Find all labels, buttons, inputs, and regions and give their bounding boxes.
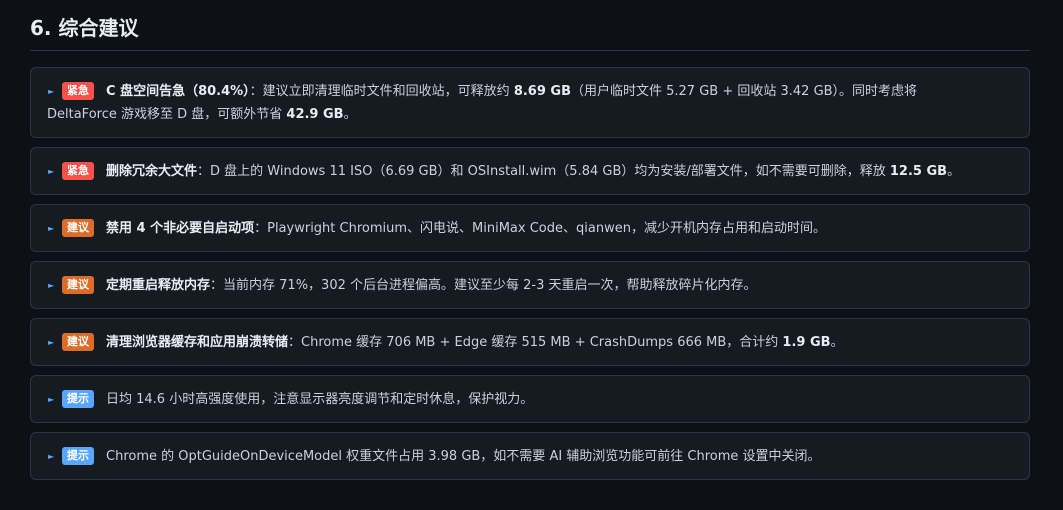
item-value: 12.5 GB: [889, 164, 948, 179]
triangle-right-icon: ►: [48, 338, 55, 347]
item-text: ：建议立即清理临时文件和回收站，可释放约: [249, 84, 514, 99]
title-divider: [30, 50, 1030, 51]
item-lead: 清理浏览器缓存和应用崩溃转储: [106, 335, 289, 350]
advice-badge: 建议: [62, 332, 94, 351]
item-text: 。: [343, 107, 357, 122]
triangle-right-icon: ►: [48, 87, 55, 96]
item-text: 。: [947, 164, 961, 179]
triangle-right-icon: ►: [48, 167, 55, 176]
section-title: 6. 综合建议: [30, 16, 139, 40]
item-value: 42.9 GB: [286, 107, 344, 122]
item-text: （用户临时文件 5.27 GB + 回收站 3.42 GB）。同时考虑将: [571, 84, 918, 99]
tip-badge: 提示: [62, 446, 94, 465]
advice-badge: 建议: [62, 218, 94, 237]
triangle-right-icon: ►: [48, 281, 55, 290]
recommendation-item-restart: ► 建议 定期重启释放内存：当前内存 71%，302 个后台进程偏高。建议至少每 2…: [30, 261, 1030, 309]
item-lead: 删除冗余大文件: [106, 164, 198, 179]
item-lead: C 盘空间告急（80.4%）: [106, 84, 250, 99]
item-value: 1.9 GB: [782, 335, 831, 350]
item-text: DeltaForce 游戏移至 D 盘，可额外节省: [47, 107, 287, 122]
triangle-right-icon: ►: [48, 224, 55, 233]
advice-badge: 建议: [62, 275, 94, 294]
item-lead: 定期重启释放内存: [106, 278, 211, 293]
recommendation-item-chrome-model: ► 提示 Chrome 的 OptGuideOnDeviceModel 权重文件占用…: [30, 432, 1030, 480]
recommendation-item-large-files: ► 紧急 删除冗余大文件：D 盘上的 Windows 11 ISO（6.69 GB）…: [30, 147, 1030, 195]
item-text: ：当前内存 71%，302 个后台进程偏高。建议至少每 2-3 天重启一次，帮助…: [210, 278, 757, 293]
recommendation-list: ► 紧急 C 盘空间告急（80.4%）：建议立即清理临时文件和回收站，可释放约 8.…: [30, 67, 1030, 480]
recommendation-item-c-drive: ► 紧急 C 盘空间告急（80.4%）：建议立即清理临时文件和回收站，可释放约 8.…: [30, 67, 1030, 138]
urgent-badge: 紧急: [62, 161, 94, 180]
triangle-right-icon: ►: [48, 452, 55, 461]
recommendation-item-browser-cache: ► 建议 清理浏览器缓存和应用崩溃转储：Chrome 缓存 706 MB + Edg…: [30, 318, 1030, 366]
item-text: 日均 14.6 小时高强度使用，注意显示器亮度调节和定时休息，保护视力。: [106, 392, 534, 407]
item-text: ：D 盘上的 Windows 11 ISO（6.69 GB）和 OSInstal…: [197, 164, 890, 179]
item-value: 8.69 GB: [513, 84, 571, 99]
recommendation-item-startup: ► 建议 禁用 4 个非必要自启动项：Playwright Chromium、闪电说…: [30, 204, 1030, 252]
triangle-right-icon: ►: [48, 395, 55, 404]
item-lead: 禁用 4 个非必要自启动项: [106, 221, 255, 236]
item-text: Chrome 的 OptGuideOnDeviceModel 权重文件占用 3.…: [106, 449, 821, 464]
item-text: ：Chrome 缓存 706 MB + Edge 缓存 515 MB + Cra…: [288, 335, 783, 350]
tip-badge: 提示: [62, 389, 94, 408]
urgent-badge: 紧急: [62, 81, 94, 100]
item-text: ：Playwright Chromium、闪电说、MiniMax Code、qi…: [254, 221, 826, 236]
item-text: 。: [830, 335, 844, 350]
recommendation-item-eye-care: ► 提示 日均 14.6 小时高强度使用，注意显示器亮度调节和定时休息，保护视力。: [30, 375, 1030, 423]
recommendations-section: 6. 综合建议 ► 紧急 C 盘空间告急（80.4%）：建议立即清理临时文件和回收站…: [30, 0, 1030, 489]
